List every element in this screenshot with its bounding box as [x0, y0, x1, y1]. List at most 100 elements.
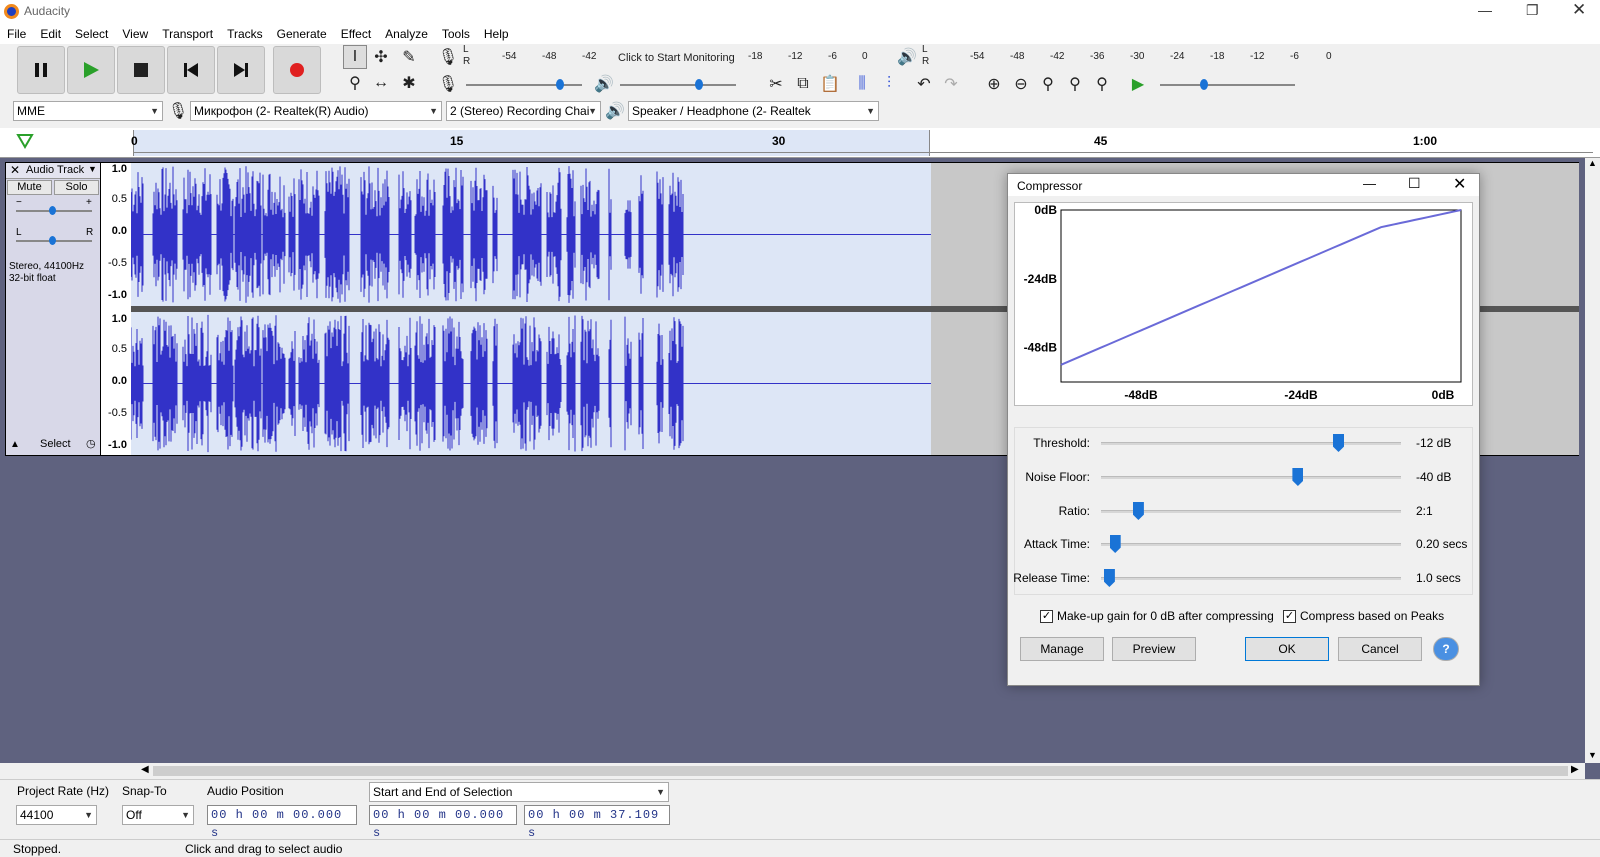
play-volume-slider[interactable] — [620, 84, 736, 86]
selection-end-field[interactable]: 00 h 00 m 37.109 s — [524, 805, 670, 840]
menu-generate[interactable]: Generate — [270, 24, 334, 44]
selection-mode-select[interactable]: Start and End of Selection ▼ — [369, 782, 669, 802]
close-track-icon[interactable]: ✕ — [10, 163, 20, 177]
cancel-button[interactable]: Cancel — [1338, 637, 1422, 661]
menu-select[interactable]: Select — [68, 24, 115, 44]
track-select-button[interactable]: Select — [40, 438, 71, 450]
preview-button[interactable]: Preview — [1112, 637, 1196, 661]
playback-device-select[interactable]: Speaker / Headphone (2- Realtek ▼ — [628, 101, 879, 121]
record-meter[interactable]: -54 -48 -42 Click to Start Monitoring -1… — [472, 46, 874, 66]
scroll-down-icon[interactable]: ▼ — [1588, 750, 1597, 760]
manage-button[interactable]: Manage — [1020, 637, 1104, 661]
menu-edit[interactable]: Edit — [33, 24, 68, 44]
menu-file[interactable]: File — [0, 24, 33, 44]
play-meter[interactable]: -54 -48 -42 -36 -30 -24 -18 -12 -6 0 — [932, 46, 1337, 66]
menu-tools[interactable]: Tools — [435, 24, 477, 44]
snap-to-select[interactable]: Off ▼ — [122, 805, 194, 825]
play-volume-thumb[interactable] — [695, 79, 703, 90]
scroll-up-icon[interactable]: ▲ — [1588, 158, 1597, 168]
scroll-right-icon[interactable]: ▶ — [1571, 764, 1579, 775]
ruler-tick-label: 0 — [131, 134, 138, 148]
silence-button[interactable]: ⫶ — [877, 72, 901, 96]
zoom-toggle-button[interactable]: ⚲ — [1090, 72, 1114, 96]
track-name[interactable]: Audio Track — [26, 164, 84, 176]
pan-thumb[interactable] — [49, 236, 56, 245]
zoom-in-button[interactable]: ⊕ — [982, 72, 1006, 96]
recording-channels-select[interactable]: 2 (Stereo) Recording Chai ▼ — [446, 101, 601, 121]
help-button[interactable]: ? — [1433, 637, 1459, 661]
menu-analyze[interactable]: Analyze — [378, 24, 435, 44]
record-volume-thumb[interactable] — [556, 79, 564, 90]
minimize-icon[interactable]: — — [1478, 2, 1492, 18]
play-speed-slider[interactable] — [1160, 84, 1295, 86]
record-button[interactable] — [273, 46, 321, 94]
zoom-out-button[interactable]: ⊖ — [1009, 72, 1033, 96]
zoom-tool-button[interactable]: ⚲ — [343, 71, 367, 95]
selection-tool-button[interactable]: I — [343, 45, 367, 69]
mute-button[interactable]: Mute — [7, 180, 52, 195]
skip-end-button[interactable] — [217, 46, 265, 94]
horizontal-scrollbar[interactable]: ◀ ▶ — [0, 763, 1585, 779]
control-slider[interactable] — [1101, 577, 1401, 580]
dialog-maximize-icon[interactable]: ☐ — [1408, 175, 1421, 192]
pause-icon — [35, 63, 47, 77]
recording-device-select[interactable]: Микрофон (2- Realtek(R) Audio) ▼ — [190, 101, 442, 121]
record-meter-button[interactable]: 🎙 — [436, 45, 460, 69]
solo-button[interactable]: Solo — [54, 180, 99, 195]
project-rate-select[interactable]: 44100 ▼ — [16, 805, 97, 825]
pause-button[interactable] — [17, 46, 65, 94]
timeshift-tool-button[interactable]: ↔ — [369, 71, 393, 95]
record-volume-slider[interactable] — [466, 84, 582, 86]
menu-transport[interactable]: Transport — [155, 24, 220, 44]
paste-button[interactable]: 📋 — [818, 72, 842, 96]
play-speed-thumb[interactable] — [1200, 79, 1208, 90]
timeline-ruler[interactable]: 0 15 30 45 1:00 — [0, 128, 1600, 158]
stop-button[interactable] — [117, 46, 165, 94]
track-menu-chevron-icon[interactable]: ▼ — [88, 164, 97, 174]
audio-position-field[interactable]: 00 h 00 m 00.000 s — [207, 805, 357, 840]
fit-selection-button[interactable]: ⚲ — [1036, 72, 1060, 96]
selection-start-field[interactable]: 00 h 00 m 00.000 s — [369, 805, 517, 840]
ok-button[interactable]: OK — [1245, 637, 1329, 661]
control-slider[interactable] — [1101, 510, 1401, 513]
compress-peaks-checkbox[interactable]: ✓ — [1283, 610, 1296, 623]
scale-label: -0.5 — [108, 407, 127, 419]
makeup-gain-checkbox[interactable]: ✓ — [1040, 610, 1053, 623]
control-slider[interactable] — [1101, 543, 1401, 546]
collapse-track-icon[interactable]: ▲ — [10, 439, 20, 450]
menu-help[interactable]: Help — [477, 24, 516, 44]
project-rate-label: Project Rate (Hz) — [17, 784, 110, 798]
gain-thumb[interactable] — [49, 206, 56, 215]
control-slider[interactable] — [1101, 476, 1401, 479]
restore-icon[interactable]: ❐ — [1526, 2, 1539, 19]
skip-start-button[interactable] — [167, 46, 215, 94]
fit-project-button[interactable]: ⚲ — [1063, 72, 1087, 96]
play-at-speed-button[interactable]: ▶ — [1126, 72, 1150, 96]
monitor-prompt[interactable]: Click to Start Monitoring — [618, 52, 735, 64]
menu-view[interactable]: View — [115, 24, 155, 44]
dialog-minimize-icon[interactable]: — — [1363, 176, 1376, 191]
envelope-tool-button[interactable]: ✣ — [369, 45, 393, 69]
menu-tracks[interactable]: Tracks — [220, 24, 270, 44]
menu-effect[interactable]: Effect — [334, 24, 378, 44]
undo-button[interactable]: ↶ — [912, 72, 936, 96]
control-slider[interactable] — [1101, 442, 1401, 445]
draw-tool-button[interactable]: ✎ — [397, 45, 421, 69]
scroll-thumb[interactable] — [153, 766, 1568, 776]
scroll-left-icon[interactable]: ◀ — [141, 764, 149, 775]
paste-icon: 📋 — [820, 76, 840, 93]
vertical-scrollbar[interactable]: ▲ ▼ — [1585, 158, 1600, 763]
trim-button[interactable]: ⫼ — [850, 72, 874, 96]
vertical-scale[interactable]: 1.0 0.5 0.0 -0.5 -1.0 1.0 0.5 0.0 -0.5 -… — [101, 162, 131, 456]
play-button[interactable] — [67, 46, 115, 94]
copy-button[interactable]: ⧉ — [791, 72, 815, 96]
audio-host-select[interactable]: MME ▼ — [13, 101, 163, 121]
cut-button[interactable]: ✂ — [764, 72, 788, 96]
dialog-close-icon[interactable]: ✕ — [1453, 174, 1466, 194]
play-meter-button[interactable]: 🔊 — [895, 45, 919, 69]
track-name-bar[interactable]: ✕ Audio Track ▼ — [6, 163, 100, 179]
multi-tool-button[interactable]: ✱ — [397, 71, 421, 95]
play-head-triangle-icon[interactable] — [16, 132, 34, 150]
redo-button[interactable]: ↷ — [939, 72, 963, 96]
close-icon[interactable]: ✕ — [1572, 0, 1586, 20]
